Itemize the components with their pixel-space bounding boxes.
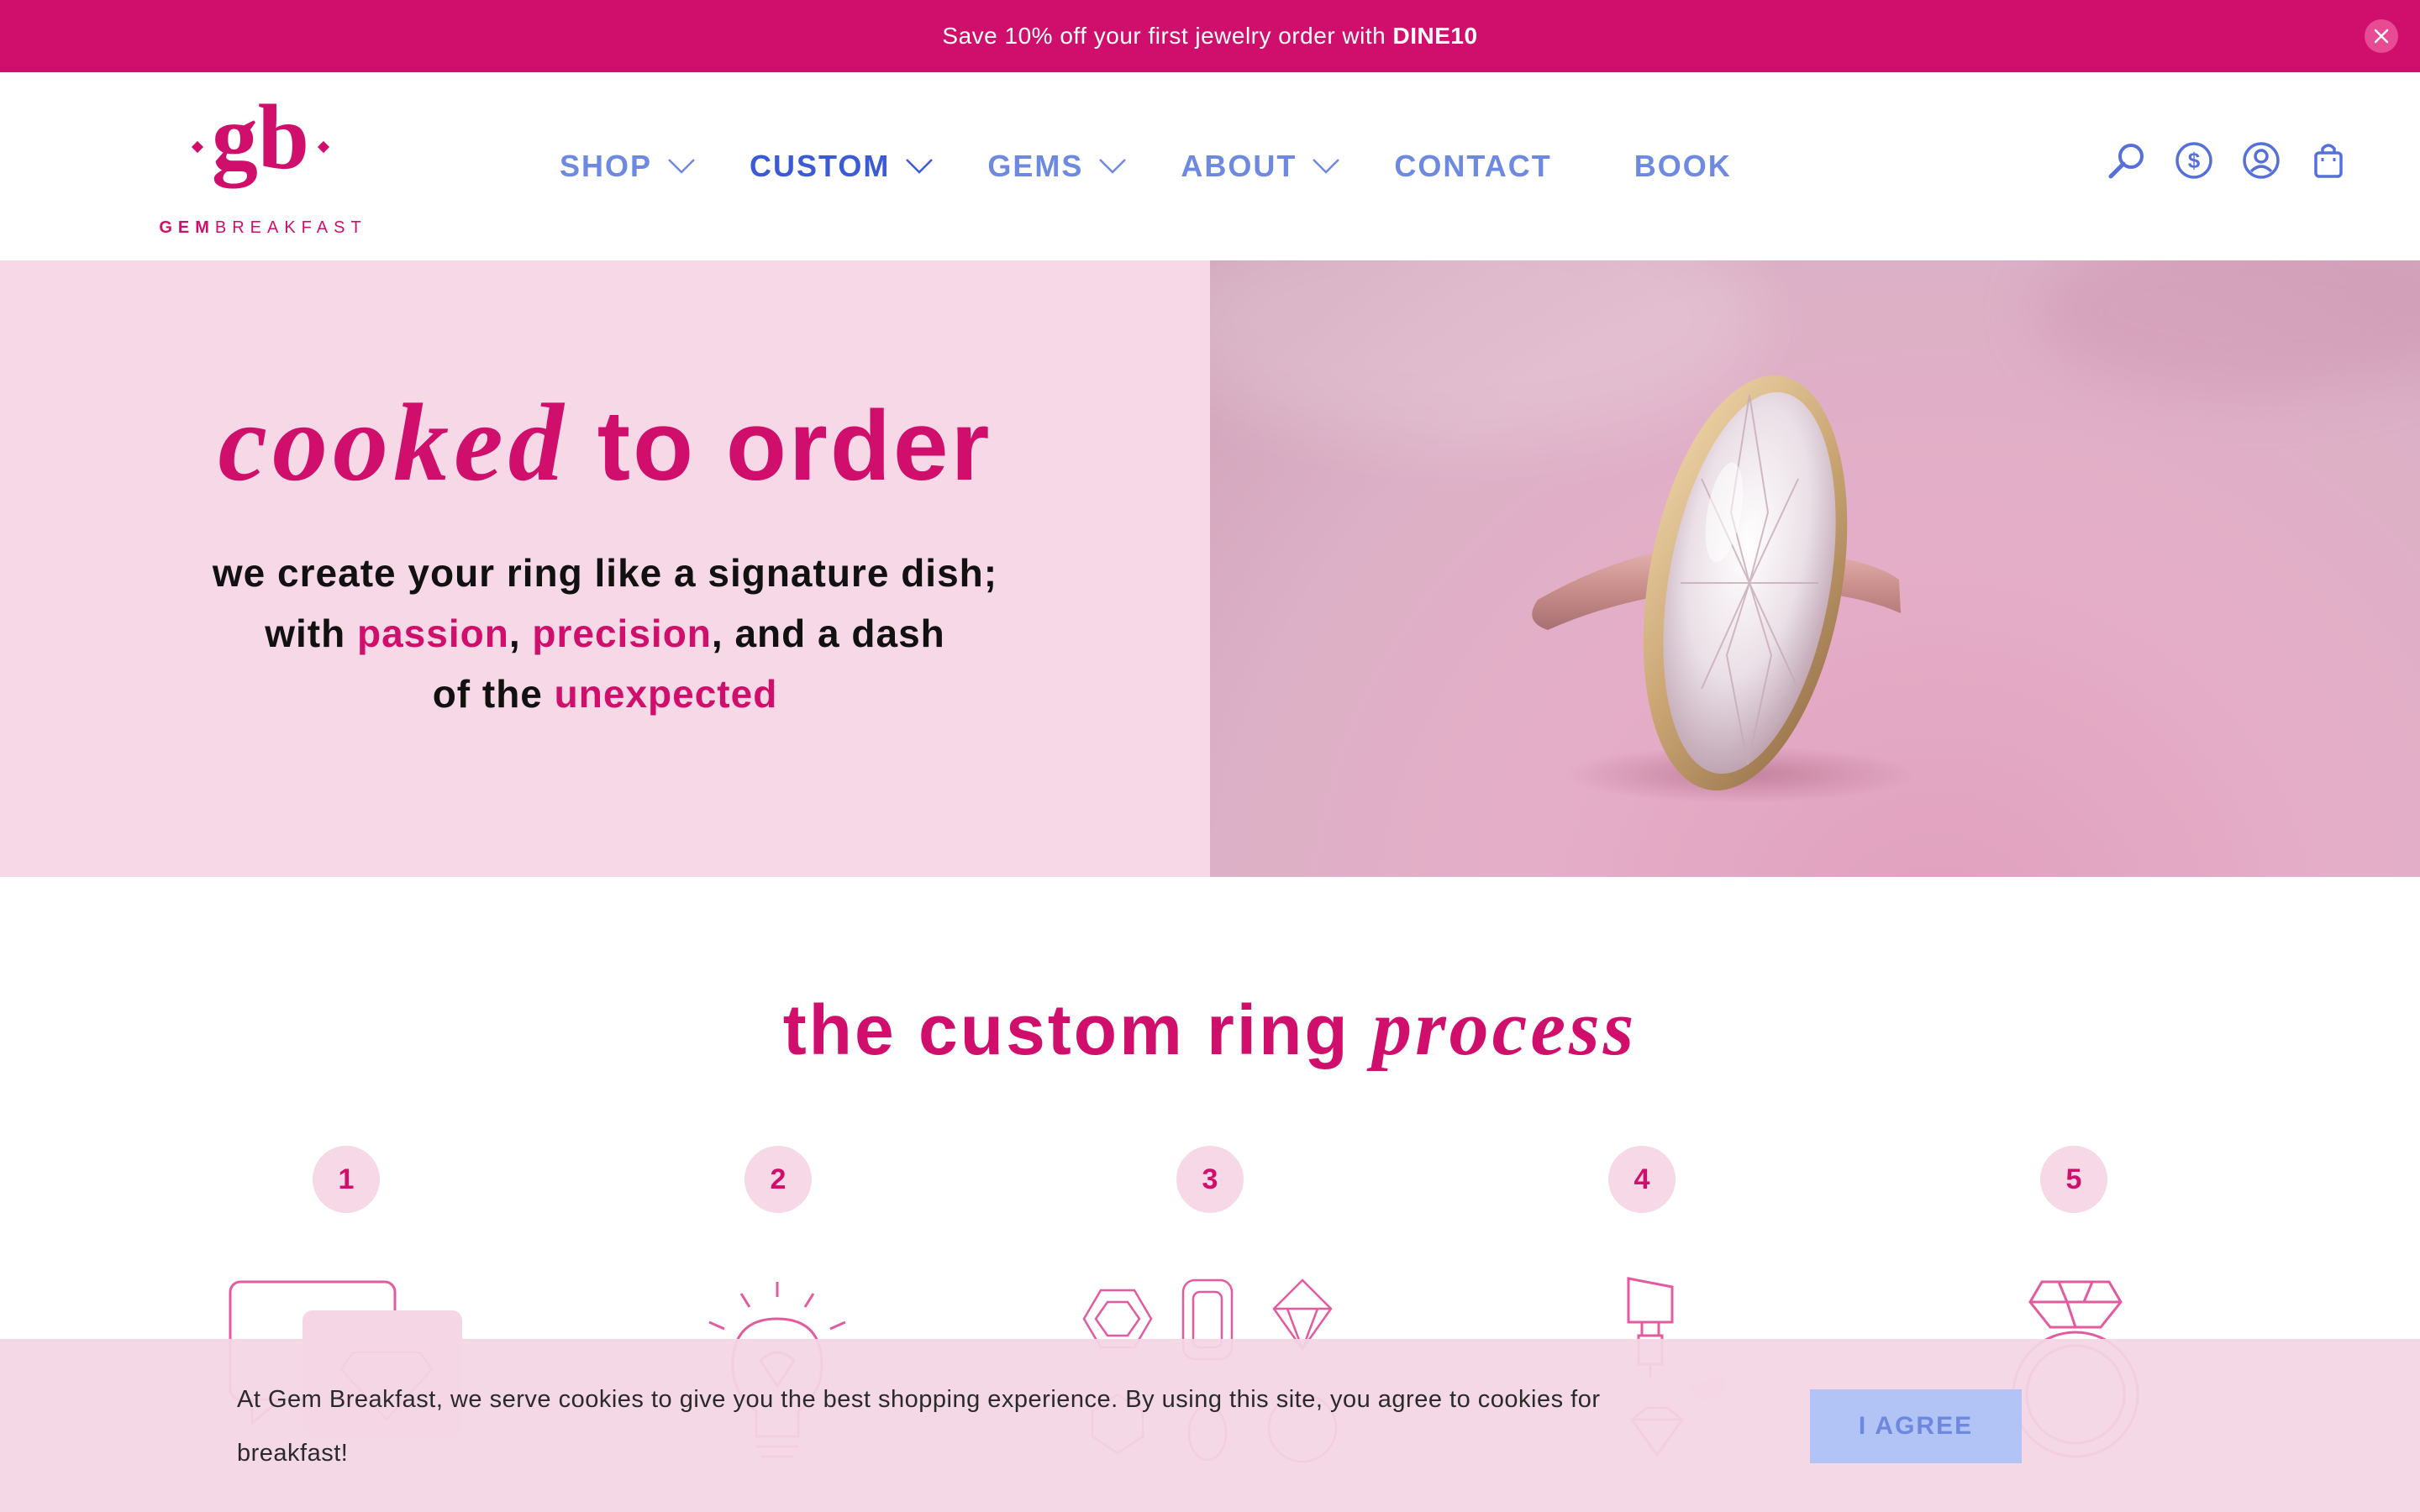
chevron-down-icon: [906, 159, 934, 174]
nav-item-about[interactable]: ABOUT: [1181, 149, 1340, 184]
hero-line-2-prefix: with: [265, 612, 357, 655]
process-title-prefix: the custom ring: [782, 990, 1373, 1069]
promo-code: DINE10: [1392, 23, 1478, 49]
cookie-text: At Gem Breakfast, we serve cookies to gi…: [237, 1386, 1601, 1467]
hero-title: cooked to order: [0, 378, 1210, 507]
logo-mark: gb: [185, 91, 336, 200]
logo-text: GEMBREAKFAST: [150, 218, 376, 238]
close-icon[interactable]: [2365, 19, 2398, 53]
promo-text: Save 10% off your first jewelry order wi…: [942, 23, 1477, 50]
main-nav: SHOP CUSTOM GEMS ABOUT CONTACT BOOK: [560, 72, 1786, 260]
nav-item-label: BOOK: [1634, 149, 1732, 183]
nav-item-gems[interactable]: GEMS: [987, 149, 1127, 184]
site-header: gb GEMBREAKFAST SHOP CUSTOM GEMS ABOUT C…: [0, 72, 2420, 260]
agree-button[interactable]: I AGREE: [1810, 1389, 2022, 1463]
hero-title-italic: cooked: [218, 381, 569, 504]
step-badge-2: 2: [744, 1146, 812, 1213]
hero-line-1: we create your ring like a signature dis…: [212, 551, 998, 595]
hero-text-panel: cooked to order we create your ring like …: [0, 260, 1210, 877]
nav-item-label: SHOP: [560, 149, 653, 183]
hero-description: we create your ring like a signature dis…: [0, 543, 1210, 724]
svg-text:$: $: [2188, 148, 2201, 173]
logo-mark-text: gb: [212, 91, 309, 188]
step-badge-3: 3: [1176, 1146, 1244, 1213]
hero-line-2-suffix: , and a dash: [711, 612, 945, 655]
step-badge-1: 1: [313, 1146, 380, 1213]
hero-word-passion: passion: [357, 612, 509, 655]
logo-text-breakfast: BREAKFAST: [214, 218, 367, 237]
chevron-down-icon: [668, 159, 695, 174]
chevron-down-icon: [1099, 159, 1127, 174]
ring-photo: [1210, 260, 2420, 877]
hero-comma: ,: [508, 612, 521, 655]
nav-item-label: CUSTOM: [750, 149, 891, 183]
process-title-italic: process: [1372, 984, 1638, 1072]
step-badge-4: 4: [1608, 1146, 1676, 1213]
nav-item-contact[interactable]: CONTACT: [1394, 149, 1551, 184]
process-title: the custom ring process: [0, 983, 2420, 1074]
cart-icon[interactable]: [2307, 139, 2349, 181]
logo[interactable]: gb GEMBREAKFAST: [150, 91, 376, 242]
promo-text-prefix: Save 10% off your first jewelry order wi…: [942, 23, 1393, 49]
chevron-down-icon: [1313, 159, 1340, 174]
hero-line-3: of the unexpected: [0, 664, 1210, 724]
nav-item-label: ABOUT: [1181, 149, 1297, 183]
nav-item-label: GEMS: [987, 149, 1084, 183]
hero-line-2: with passion, precision, and a dash: [0, 603, 1210, 664]
hero-word-precision: precision: [532, 612, 712, 655]
step-badge-5: 5: [2040, 1146, 2107, 1213]
nav-item-custom[interactable]: CUSTOM: [750, 149, 934, 184]
hero: cooked to order we create your ring like …: [0, 260, 2420, 877]
nav-item-shop[interactable]: SHOP: [560, 149, 696, 184]
search-icon[interactable]: [2106, 139, 2148, 181]
currency-icon[interactable]: $: [2173, 139, 2215, 181]
hero-word-unexpected: unexpected: [554, 672, 778, 716]
header-icons: $: [2081, 139, 2349, 181]
promo-bar: Save 10% off your first jewelry order wi…: [0, 0, 2420, 72]
hero-title-rest: to order: [597, 391, 992, 501]
account-icon[interactable]: [2240, 139, 2282, 181]
hero-line-3-prefix: of the: [432, 672, 555, 716]
logo-text-gem: GEM: [159, 218, 215, 237]
cookie-banner: At Gem Breakfast, we serve cookies to gi…: [0, 1339, 2420, 1512]
nav-item-label: CONTACT: [1394, 149, 1552, 183]
nav-item-book[interactable]: BOOK: [1634, 149, 1732, 184]
